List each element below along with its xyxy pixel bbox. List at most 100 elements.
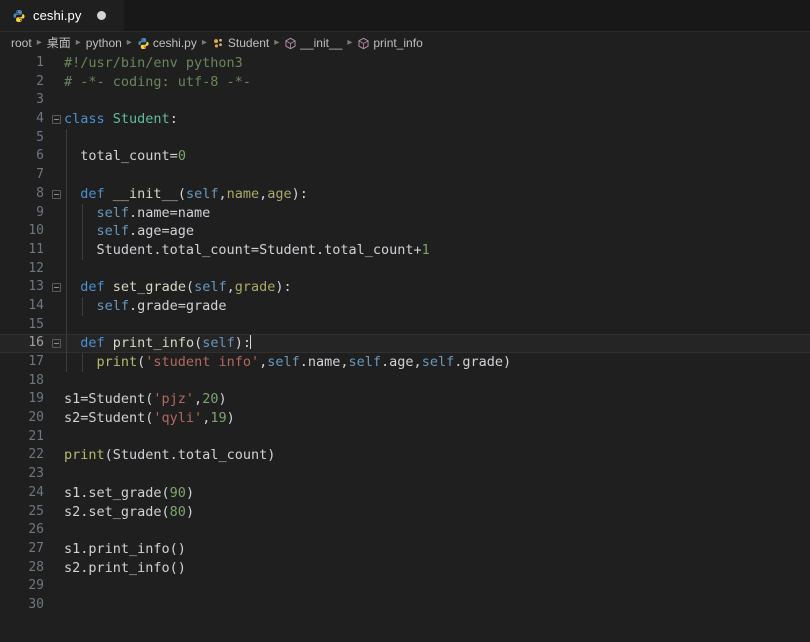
code-line[interactable]: 26 bbox=[0, 521, 810, 540]
breadcrumb-label: 桌面 bbox=[46, 36, 71, 50]
breadcrumb-separator-icon: ▸ bbox=[126, 37, 132, 48]
token-num: 19 bbox=[210, 410, 227, 427]
code-line[interactable]: 2 # -*- coding: utf-8 -*- bbox=[0, 73, 810, 92]
token-self: self bbox=[185, 185, 219, 202]
code-line[interactable]: 24 s1.set_grade(90) bbox=[0, 484, 810, 503]
code-text[interactable]: Student.total_count=Student.total_count+… bbox=[64, 241, 810, 260]
token-punct: ( bbox=[104, 447, 113, 464]
code-text[interactable]: s2=Student('qyli',19) bbox=[64, 409, 810, 428]
method-icon bbox=[285, 37, 296, 49]
code-lines-container[interactable]: 1 #!/usr/bin/env python3 2 # -*- coding: ut… bbox=[0, 54, 810, 615]
code-text[interactable]: class Student: bbox=[64, 110, 810, 129]
code-text[interactable]: def __init__(self,name,age): bbox=[64, 185, 810, 204]
token-param: age bbox=[267, 185, 292, 202]
collapse-minus-icon[interactable] bbox=[51, 283, 61, 293]
fold-toggle[interactable] bbox=[48, 114, 64, 124]
token-num: 20 bbox=[202, 391, 219, 408]
breadcrumb-item-desktop[interactable]: 桌面 bbox=[47, 37, 71, 49]
code-line[interactable]: 6 total_count=0 bbox=[0, 147, 810, 166]
token-punct: ) bbox=[267, 447, 276, 464]
breadcrumb-item-python[interactable]: python bbox=[86, 37, 122, 49]
code-line[interactable]: 30 bbox=[0, 596, 810, 615]
code-text[interactable]: s1.set_grade(90) bbox=[64, 484, 810, 503]
code-line[interactable]: 23 bbox=[0, 465, 810, 484]
code-text[interactable]: s1.print_info() bbox=[64, 540, 810, 559]
breadcrumb-item-print-info-method[interactable]: print_info bbox=[357, 37, 423, 50]
code-text[interactable]: print(Student.total_count) bbox=[64, 446, 810, 465]
tab-bar-empty-area bbox=[124, 0, 810, 31]
token-plain: Student.total_count bbox=[112, 447, 268, 464]
line-number: 24 bbox=[28, 484, 44, 500]
tab-ceshi-py[interactable]: ceshi.py bbox=[0, 0, 124, 31]
code-line[interactable]: 29 bbox=[0, 577, 810, 596]
code-text[interactable]: print('student info',self.name,self.age,… bbox=[64, 353, 810, 372]
code-line[interactable]: 28 s2.print_info() bbox=[0, 559, 810, 578]
code-text[interactable]: # -*- coding: utf-8 -*- bbox=[64, 73, 810, 92]
unsaved-changes-dot-icon[interactable] bbox=[96, 11, 106, 20]
code-line[interactable]: 12 bbox=[0, 260, 810, 279]
line-number: 10 bbox=[28, 223, 44, 239]
code-line[interactable]: 11 Student.total_count=Student.total_cou… bbox=[0, 241, 810, 260]
code-line[interactable]: 25 s2.set_grade(80) bbox=[0, 503, 810, 522]
collapse-minus-icon[interactable] bbox=[51, 114, 61, 124]
code-line[interactable]: 8 def __init__(self,name,age): bbox=[0, 185, 810, 204]
token-punct: , bbox=[218, 185, 227, 202]
line-number: 1 bbox=[36, 55, 44, 70]
code-line[interactable]: 7 bbox=[0, 166, 810, 185]
token-str: 'pjz' bbox=[153, 391, 195, 408]
code-text[interactable]: s2.print_info() bbox=[64, 559, 810, 578]
token-kw: def bbox=[80, 279, 105, 296]
fold-toggle[interactable] bbox=[48, 283, 64, 293]
code-line[interactable]: 17 print('student info',self.name,self.a… bbox=[0, 353, 810, 372]
code-line[interactable]: 4 class Student: bbox=[0, 110, 810, 129]
token-cls: Student bbox=[112, 111, 170, 128]
code-text[interactable]: s1=Student('pjz',20) bbox=[64, 390, 810, 409]
indent-guide bbox=[82, 203, 84, 260]
line-number: 23 bbox=[28, 466, 44, 482]
code-line[interactable]: 21 bbox=[0, 428, 810, 447]
code-line[interactable]: 16 def print_info(self): bbox=[0, 334, 810, 353]
fold-toggle[interactable] bbox=[48, 189, 64, 199]
code-line[interactable]: 18 bbox=[0, 372, 810, 391]
code-text[interactable]: total_count=0 bbox=[64, 147, 810, 166]
code-line[interactable]: 14 self.grade=grade bbox=[0, 297, 810, 316]
code-line[interactable]: 1 #!/usr/bin/env python3 bbox=[0, 54, 810, 73]
breadcrumb-label: root bbox=[11, 36, 32, 50]
code-line[interactable]: 22 print(Student.total_count) bbox=[0, 446, 810, 465]
token-plain: s2=Student( bbox=[64, 410, 154, 427]
line-number: 18 bbox=[28, 372, 44, 388]
breadcrumb-item-ceshi-py[interactable]: ceshi.py bbox=[137, 37, 197, 50]
collapse-minus-icon[interactable] bbox=[51, 189, 61, 199]
code-text[interactable]: def print_info(self): bbox=[64, 334, 810, 353]
token-plain: .name=name bbox=[129, 204, 211, 221]
code-text[interactable]: self.grade=grade bbox=[64, 297, 810, 316]
code-text[interactable]: self.name=name bbox=[64, 204, 810, 223]
code-line[interactable]: 19 s1=Student('pjz',20) bbox=[0, 390, 810, 409]
fold-toggle[interactable] bbox=[48, 339, 64, 349]
code-line[interactable]: 27 s1.print_info() bbox=[0, 540, 810, 559]
token-param: name bbox=[226, 185, 260, 202]
code-line[interactable]: 5 bbox=[0, 129, 810, 148]
code-line[interactable]: 9 self.name=name bbox=[0, 204, 810, 223]
code-text[interactable]: self.age=age bbox=[64, 222, 810, 241]
breadcrumb-item-student-class[interactable]: Student bbox=[212, 37, 269, 50]
code-text[interactable]: def set_grade(self,grade): bbox=[64, 278, 810, 297]
code-text[interactable]: s2.set_grade(80) bbox=[64, 503, 810, 522]
token-self: self bbox=[421, 354, 455, 370]
code-line[interactable]: 10 self.age=age bbox=[0, 222, 810, 241]
code-editor[interactable]: 1 #!/usr/bin/env python3 2 # -*- coding: ut… bbox=[0, 54, 810, 642]
token-punct: , bbox=[194, 391, 203, 408]
breadcrumb-item-root[interactable]: root bbox=[11, 37, 32, 49]
code-text[interactable]: #!/usr/bin/env python3 bbox=[64, 54, 810, 73]
code-line[interactable]: 13 def set_grade(self,grade): bbox=[0, 278, 810, 297]
collapse-minus-icon[interactable] bbox=[51, 339, 61, 349]
token-punct: ) bbox=[218, 391, 227, 408]
token-self: self bbox=[202, 335, 235, 352]
breadcrumb-item-init-method[interactable]: __init__ bbox=[284, 37, 342, 50]
code-line[interactable]: 3 bbox=[0, 91, 810, 110]
code-line[interactable]: 15 bbox=[0, 316, 810, 335]
code-line[interactable]: 20 s2=Student('qyli',19) bbox=[0, 409, 810, 428]
token-punct: ): bbox=[291, 185, 308, 202]
